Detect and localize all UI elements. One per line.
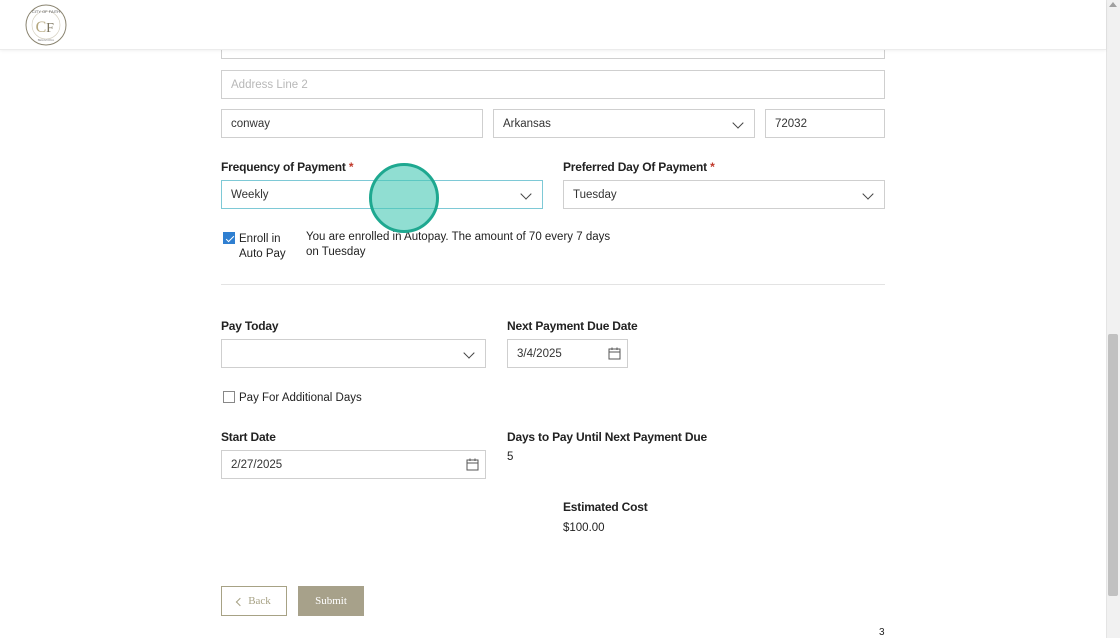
preferred-day-select[interactable]: Tuesday <box>563 180 885 209</box>
svg-text:BEHAVIORAL: BEHAVIORAL <box>38 38 55 42</box>
svg-text:C: C <box>36 19 47 36</box>
chevron-down-icon <box>732 117 744 129</box>
preferred-day-value: Tuesday <box>573 188 617 201</box>
city-value: conway <box>231 117 270 130</box>
pay-today-label: Pay Today <box>221 319 279 333</box>
frequency-label: Frequency of Payment * <box>221 160 354 174</box>
days-to-pay-label: Days to Pay Until Next Payment Due <box>507 430 707 444</box>
back-button[interactable]: Back <box>221 586 287 616</box>
preferred-day-label: Preferred Day Of Payment * <box>563 160 715 174</box>
autopay-message: You are enrolled in Autopay. The amount … <box>306 231 611 258</box>
chevron-left-icon <box>235 597 245 606</box>
state-select[interactable]: Arkansas <box>493 109 755 138</box>
next-due-date-field[interactable]: 3/4/2025 <box>507 339 628 368</box>
frequency-value: Weekly <box>231 188 269 201</box>
address-line2-field[interactable]: Address Line 2 <box>221 70 885 99</box>
city-of-faith-logo[interactable]: CITY OF FAITH C F BEHAVIORAL <box>24 3 68 47</box>
autopay-checkbox[interactable] <box>223 232 235 244</box>
calendar-icon[interactable] <box>608 347 621 360</box>
click-indicator <box>369 163 439 233</box>
top-bar: CITY OF FAITH C F BEHAVIORAL <box>0 0 1106 50</box>
svg-text:CITY OF FAITH: CITY OF FAITH <box>32 9 60 14</box>
scroll-up-arrow-icon[interactable] <box>1109 2 1117 7</box>
city-field[interactable]: conway <box>221 109 483 138</box>
days-to-pay-value: 5 <box>507 451 514 463</box>
chevron-down-icon <box>862 188 874 200</box>
next-due-label: Next Payment Due Date <box>507 319 638 333</box>
additional-days-checkbox[interactable] <box>223 391 235 403</box>
scrollbar-thumb[interactable] <box>1108 334 1118 596</box>
start-date-value: 2/27/2025 <box>231 458 283 471</box>
state-value: Arkansas <box>503 117 551 130</box>
address-line2-placeholder: Address Line 2 <box>231 78 308 91</box>
submit-button-label: Submit <box>315 595 347 607</box>
pay-today-select[interactable] <box>221 339 486 368</box>
next-due-value: 3/4/2025 <box>517 347 562 360</box>
scrollbar[interactable] <box>1106 0 1120 638</box>
chevron-down-icon <box>520 188 532 200</box>
zip-value: 72032 <box>775 117 807 130</box>
zip-field[interactable]: 72032 <box>765 109 885 138</box>
submit-button[interactable]: Submit <box>298 586 364 616</box>
section-divider <box>221 284 885 285</box>
start-date-field[interactable]: 2/27/2025 <box>221 450 486 479</box>
chevron-down-icon <box>463 347 475 359</box>
required-marker: * <box>348 160 354 174</box>
back-button-label: Back <box>248 595 271 607</box>
estimated-cost-label: Estimated Cost <box>563 500 648 514</box>
calendar-icon[interactable] <box>466 458 479 471</box>
autopay-label[interactable]: Enroll in Auto Pay <box>239 232 286 262</box>
svg-text:F: F <box>46 21 54 36</box>
required-marker: * <box>710 160 715 174</box>
additional-days-label[interactable]: Pay For Additional Days <box>239 391 362 406</box>
start-date-label: Start Date <box>221 430 276 444</box>
estimated-cost-value: $100.00 <box>563 522 605 534</box>
page-number: 3 <box>879 627 885 638</box>
